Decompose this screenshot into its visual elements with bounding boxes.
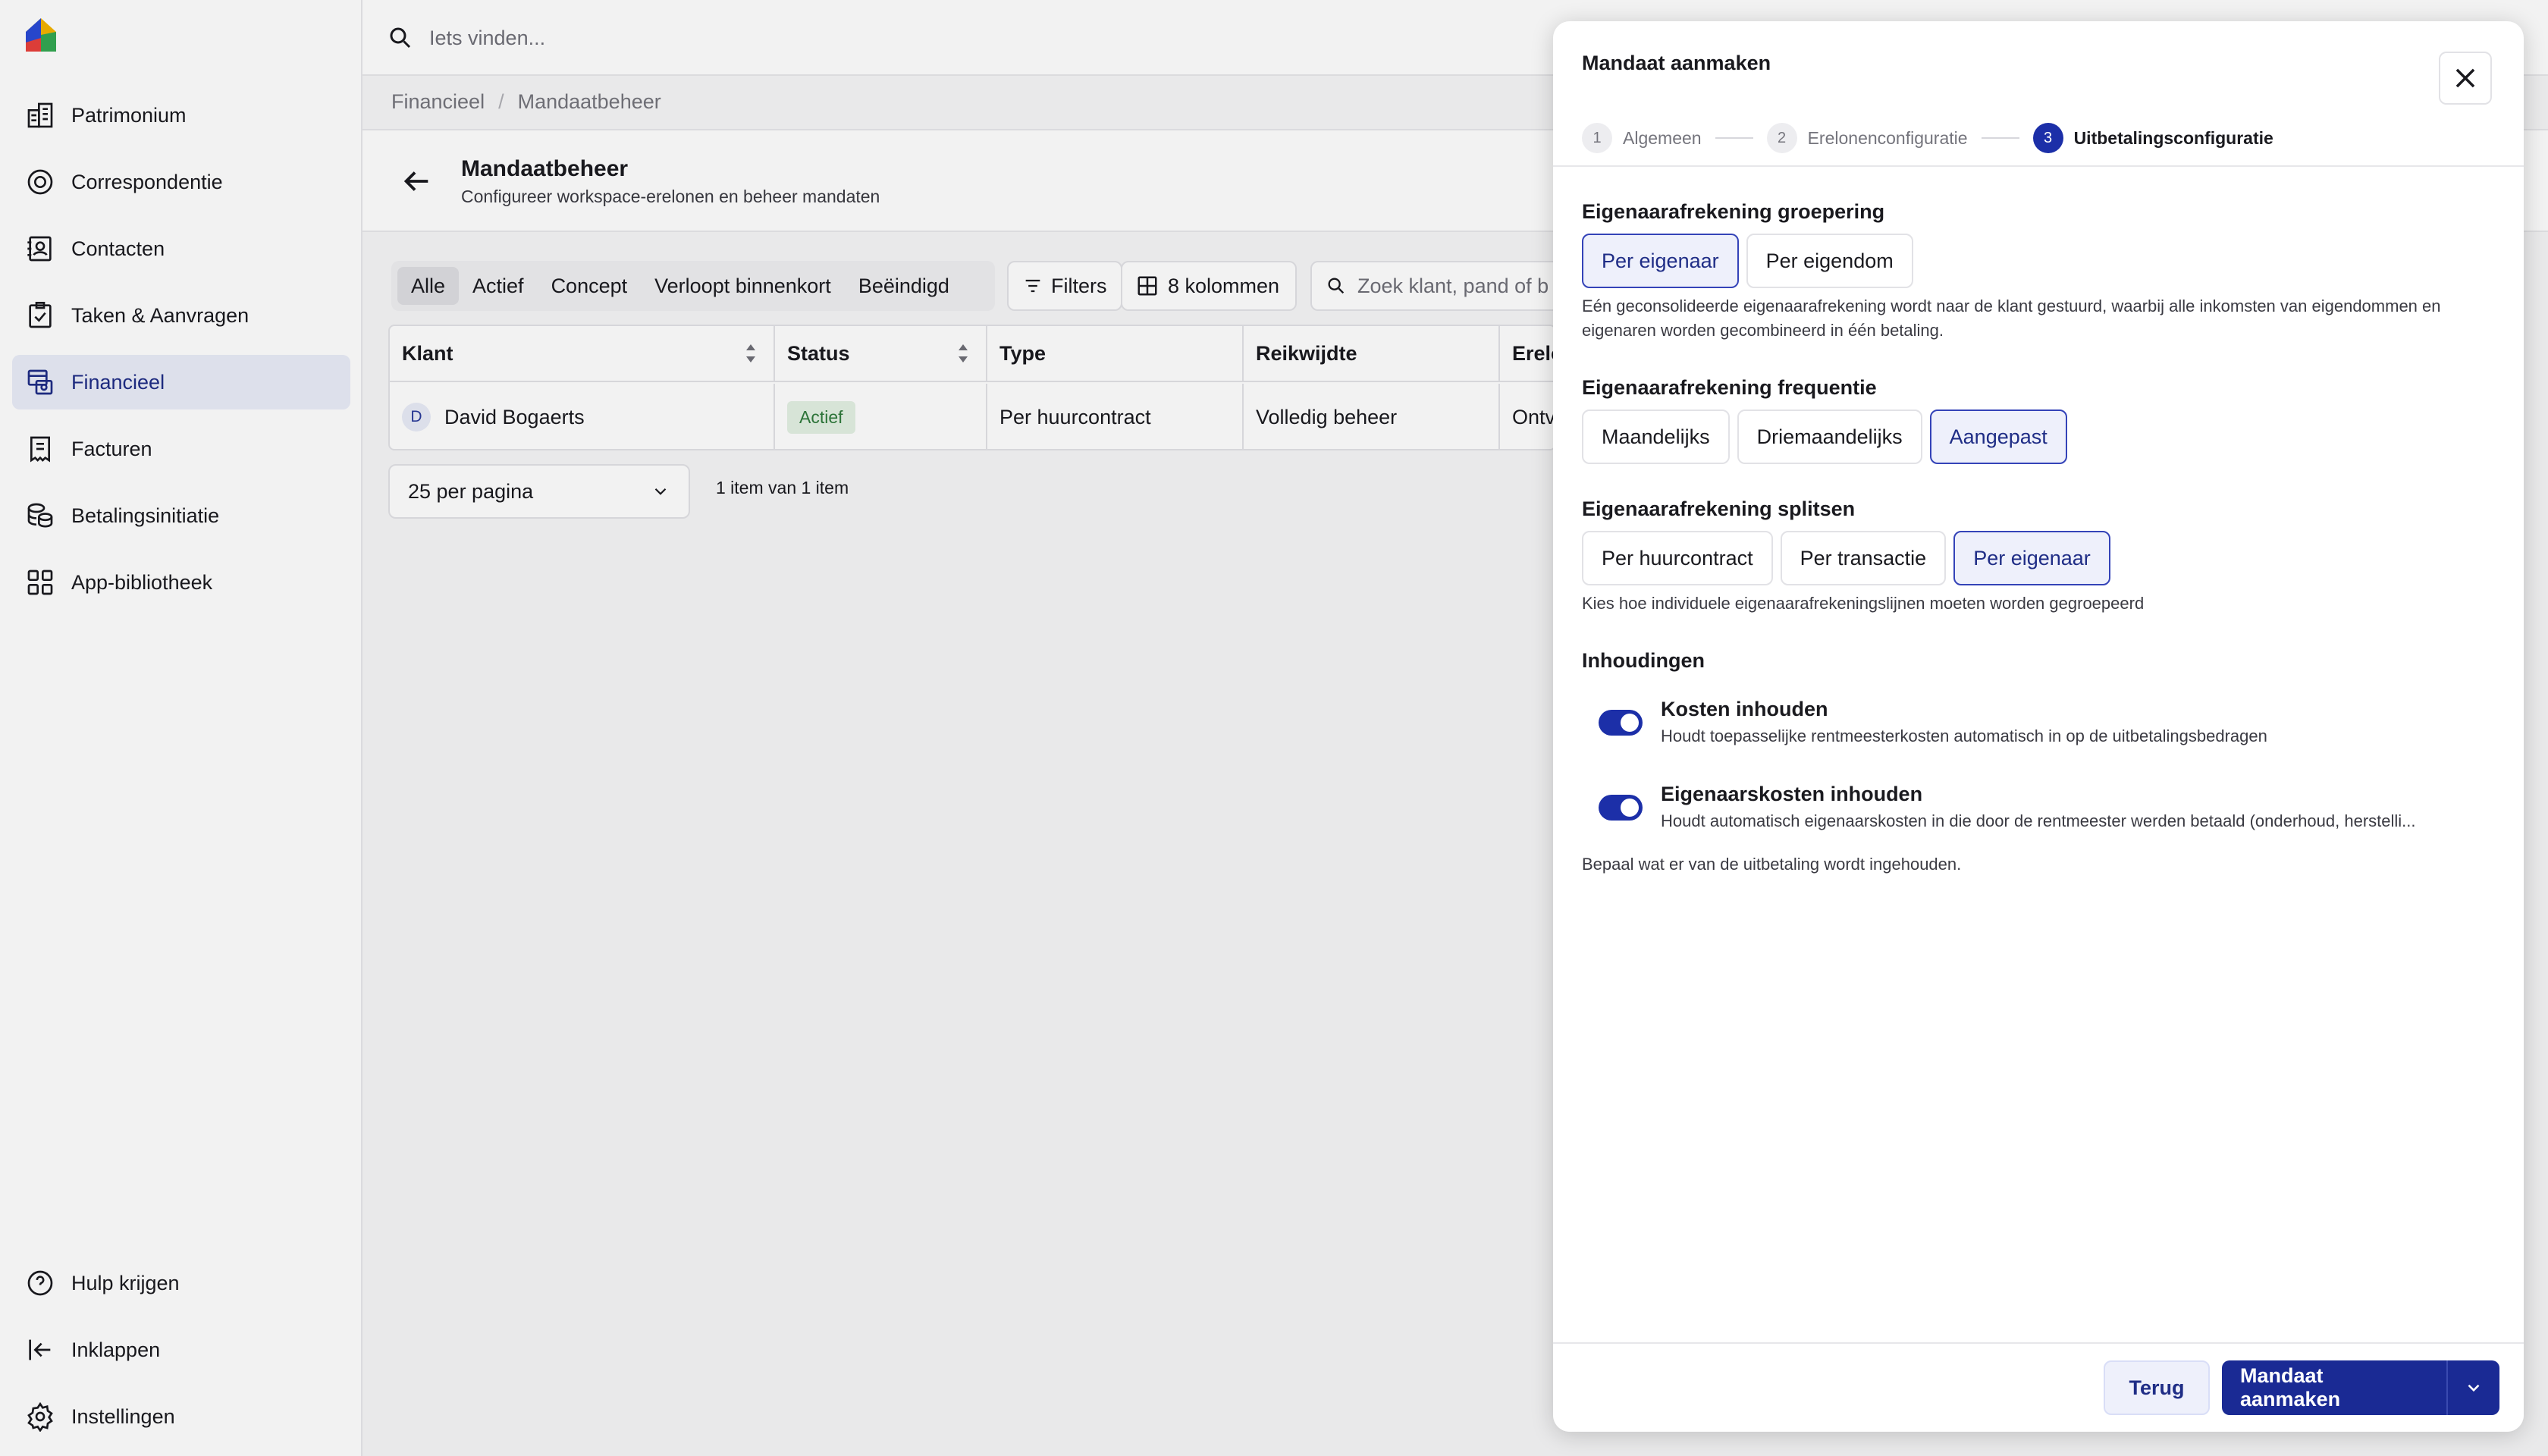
withhold-owner-costs-title: Eigenaarskosten inhouden (1661, 783, 1923, 805)
option-per-transaction[interactable]: Per transactie (1780, 531, 1947, 585)
create-mandate-panel: Mandaat aanmaken 1 Algemeen 2 Erelonenco… (1553, 21, 2524, 1432)
option-per-property[interactable]: Per eigendom (1746, 234, 1913, 288)
create-mandate-button[interactable]: Mandaat aanmaken (2222, 1360, 2499, 1415)
chevron-down-icon (2468, 1384, 2480, 1392)
withhold-fees-desc: Houdt toepasselijke rentmeesterkosten au… (1661, 726, 2267, 745)
withholdings-title: Inhoudingen (1582, 649, 1705, 672)
step-payout[interactable]: Uitbetalingsconfiguratie (2074, 128, 2273, 149)
toggle-knob (1621, 714, 1639, 732)
create-mandate-label: Mandaat aanmaken (2240, 1364, 2341, 1410)
step-number: 1 (1582, 123, 1612, 153)
frequency-title: Eigenaarafrekening frequentie (1582, 376, 1877, 399)
step-fees[interactable]: Erelonenconfiguratie (1808, 128, 1968, 149)
withholdings-help: Bepaal wat er van de uitbetaling wordt i… (1582, 855, 1962, 874)
grouping-help: Eén geconsolideerde eigenaarafrekening w… (1582, 297, 2441, 340)
close-icon (2455, 68, 2475, 88)
panel-title: Mandaat aanmaken (1582, 52, 1771, 74)
split-title: Eigenaarafrekening splitsen (1582, 497, 1856, 520)
toggle-withhold-owner-costs[interactable] (1599, 795, 1643, 821)
divider (1553, 165, 2524, 167)
step-connector (1981, 137, 2019, 139)
withhold-owner-costs-desc: Houdt automatisch eigenaarskosten in die… (1661, 811, 2416, 830)
create-options-dropdown[interactable] (2446, 1360, 2499, 1415)
toggle-knob (1621, 799, 1639, 817)
split-options: Per huurcontract Per transactie Per eige… (1582, 531, 2118, 585)
close-button[interactable] (2439, 52, 2492, 105)
split-help: Kies hoe individuele eigenaarafrekenings… (1582, 594, 2145, 613)
step-number: 3 (2032, 123, 2063, 153)
step-connector (1715, 137, 1753, 139)
step-general[interactable]: Algemeen (1623, 128, 1702, 149)
option-quarterly[interactable]: Driemaandelijks (1737, 410, 1922, 464)
withhold-fees-title: Kosten inhouden (1661, 698, 1828, 720)
grouping-options: Per eigenaar Per eigendom (1582, 234, 1921, 288)
frequency-options: Maandelijks Driemaandelijks Aangepast (1582, 410, 2075, 464)
option-monthly[interactable]: Maandelijks (1582, 410, 1730, 464)
option-custom[interactable]: Aangepast (1929, 410, 2067, 464)
toggle-withhold-fees[interactable] (1599, 710, 1643, 736)
step-number: 2 (1766, 123, 1797, 153)
option-split-per-owner[interactable]: Per eigenaar (1953, 531, 2110, 585)
stepper: 1 Algemeen 2 Erelonenconfiguratie 3 Uitb… (1582, 117, 2273, 159)
option-per-lease[interactable]: Per huurcontract (1582, 531, 1773, 585)
back-button[interactable]: Terug (2104, 1360, 2210, 1415)
option-per-owner[interactable]: Per eigenaar (1582, 234, 1739, 288)
grouping-title: Eigenaarafrekening groepering (1582, 200, 1885, 223)
